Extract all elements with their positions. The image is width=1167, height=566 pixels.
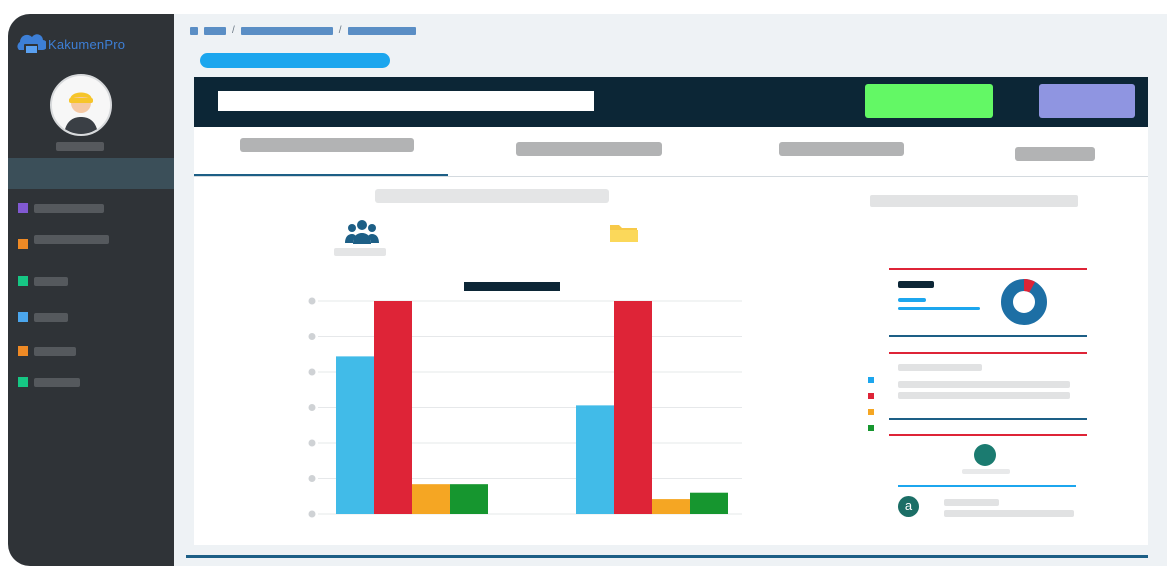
- bar-group2-series2: [614, 301, 652, 514]
- bar-group1-series1: [336, 356, 374, 514]
- tab-bar: [194, 127, 1148, 177]
- bar-group2-series4: [690, 492, 728, 514]
- tab-label: [779, 142, 904, 156]
- y-axis-tick: [308, 333, 316, 340]
- sidebar-item-4[interactable]: [18, 312, 68, 322]
- sidebar-item-icon: [18, 239, 28, 249]
- y-axis-tick: [308, 475, 316, 482]
- legend-dot-orange: [868, 409, 874, 415]
- sidebar-item-1[interactable]: [18, 203, 104, 213]
- bar-group2-series3: [652, 499, 690, 514]
- donut-chart: [1001, 279, 1047, 325]
- cloud-folder-icon: [17, 34, 46, 54]
- tab-label: [240, 138, 414, 152]
- summary-metric-bar: [898, 298, 926, 302]
- tab-3[interactable]: [702, 127, 956, 177]
- breadcrumb-current: [347, 27, 416, 35]
- user-avatar-icon: [52, 76, 110, 134]
- legend-dot-blue: [868, 377, 874, 383]
- legend-text-line: [898, 392, 1070, 399]
- sidebar-item-5[interactable]: [18, 346, 76, 356]
- section-heading: [375, 189, 609, 203]
- legend-dot-red: [868, 393, 874, 399]
- app-logo[interactable]: KakumenPro: [12, 30, 125, 58]
- tab-4[interactable]: [956, 127, 1148, 177]
- sidebar-item-label: [34, 377, 80, 387]
- legend-dot-green: [868, 425, 874, 431]
- folder-icon[interactable]: [609, 222, 639, 244]
- tab-label: [1015, 147, 1095, 161]
- sidebar-item-label: [34, 312, 68, 322]
- sidebar-item-label: [34, 203, 104, 213]
- note-divider: [898, 485, 1076, 487]
- dashboard-panel: a: [194, 127, 1148, 545]
- primary-action-button[interactable]: [865, 84, 993, 118]
- y-axis-tick: [308, 439, 316, 447]
- summary-divider: [889, 335, 1087, 337]
- summary-heading: [898, 281, 934, 288]
- secondary-action-button[interactable]: [1039, 84, 1135, 118]
- header-bar: [194, 77, 1148, 127]
- sidebar-item-label: [34, 234, 109, 244]
- sidebar-item-label: [34, 346, 76, 356]
- tab-2[interactable]: [448, 127, 702, 177]
- breadcrumb-separator: /: [232, 25, 235, 36]
- breadcrumb-separator: /: [338, 25, 342, 36]
- active-tab-indicator: [194, 174, 448, 176]
- note-author: [944, 499, 999, 506]
- page-title: [200, 53, 390, 68]
- app-window: KakumenPro / / a: [8, 14, 1167, 566]
- summary-divider: [889, 418, 1087, 420]
- tab-label: [516, 142, 662, 156]
- users-caption: [334, 248, 386, 256]
- status-avatar[interactable]: [974, 444, 996, 466]
- y-axis-tick: [308, 297, 316, 305]
- tab-1[interactable]: [194, 127, 448, 177]
- bar-group1-series4: [450, 484, 488, 514]
- breadcrumb-home[interactable]: [190, 27, 198, 35]
- user-avatar[interactable]: [50, 74, 112, 136]
- main-content: / / a: [174, 14, 1167, 566]
- footer-divider: [186, 555, 1148, 558]
- y-axis-tick: [308, 368, 316, 376]
- summary-divider: [889, 434, 1087, 436]
- legend-text-line: [898, 381, 1070, 388]
- breadcrumb-item[interactable]: [204, 27, 226, 35]
- note-avatar-badge[interactable]: a: [898, 496, 919, 517]
- users-icon[interactable]: [344, 217, 380, 247]
- sidebar-item-icon: [18, 346, 28, 356]
- y-axis-tick: [308, 510, 316, 518]
- summary-title: [870, 195, 1078, 207]
- sidebar-item-3[interactable]: [18, 276, 68, 286]
- sidebar-item-icon: [18, 312, 28, 322]
- summary-divider: [889, 352, 1087, 354]
- summary-divider: [889, 268, 1087, 270]
- user-name-placeholder: [56, 142, 104, 151]
- sidebar-item-6[interactable]: [18, 377, 80, 387]
- summary-progress-bar: [898, 307, 980, 310]
- sidebar-item-2[interactable]: [18, 234, 109, 249]
- breadcrumb-item[interactable]: [240, 27, 333, 35]
- sidebar-item-icon: [18, 276, 28, 286]
- sidebar: KakumenPro: [8, 14, 174, 566]
- bar-chart: [308, 282, 742, 518]
- legend-heading: [898, 364, 982, 371]
- bar-group2-series1: [576, 405, 614, 514]
- y-axis-tick: [308, 404, 316, 411]
- bar-group1-series2: [374, 301, 412, 514]
- header-title: [218, 91, 594, 111]
- sidebar-item-icon: [18, 377, 28, 387]
- chart-title: [464, 282, 560, 291]
- sidebar-item-label: [34, 276, 68, 286]
- app-name: KakumenPro: [48, 36, 126, 52]
- status-caption: [962, 469, 1010, 474]
- bar-group1-series3: [412, 484, 450, 514]
- breadcrumb: / /: [190, 25, 416, 36]
- sidebar-item-active[interactable]: [8, 158, 174, 189]
- sidebar-item-icon: [18, 203, 28, 213]
- note-text: [944, 510, 1074, 517]
